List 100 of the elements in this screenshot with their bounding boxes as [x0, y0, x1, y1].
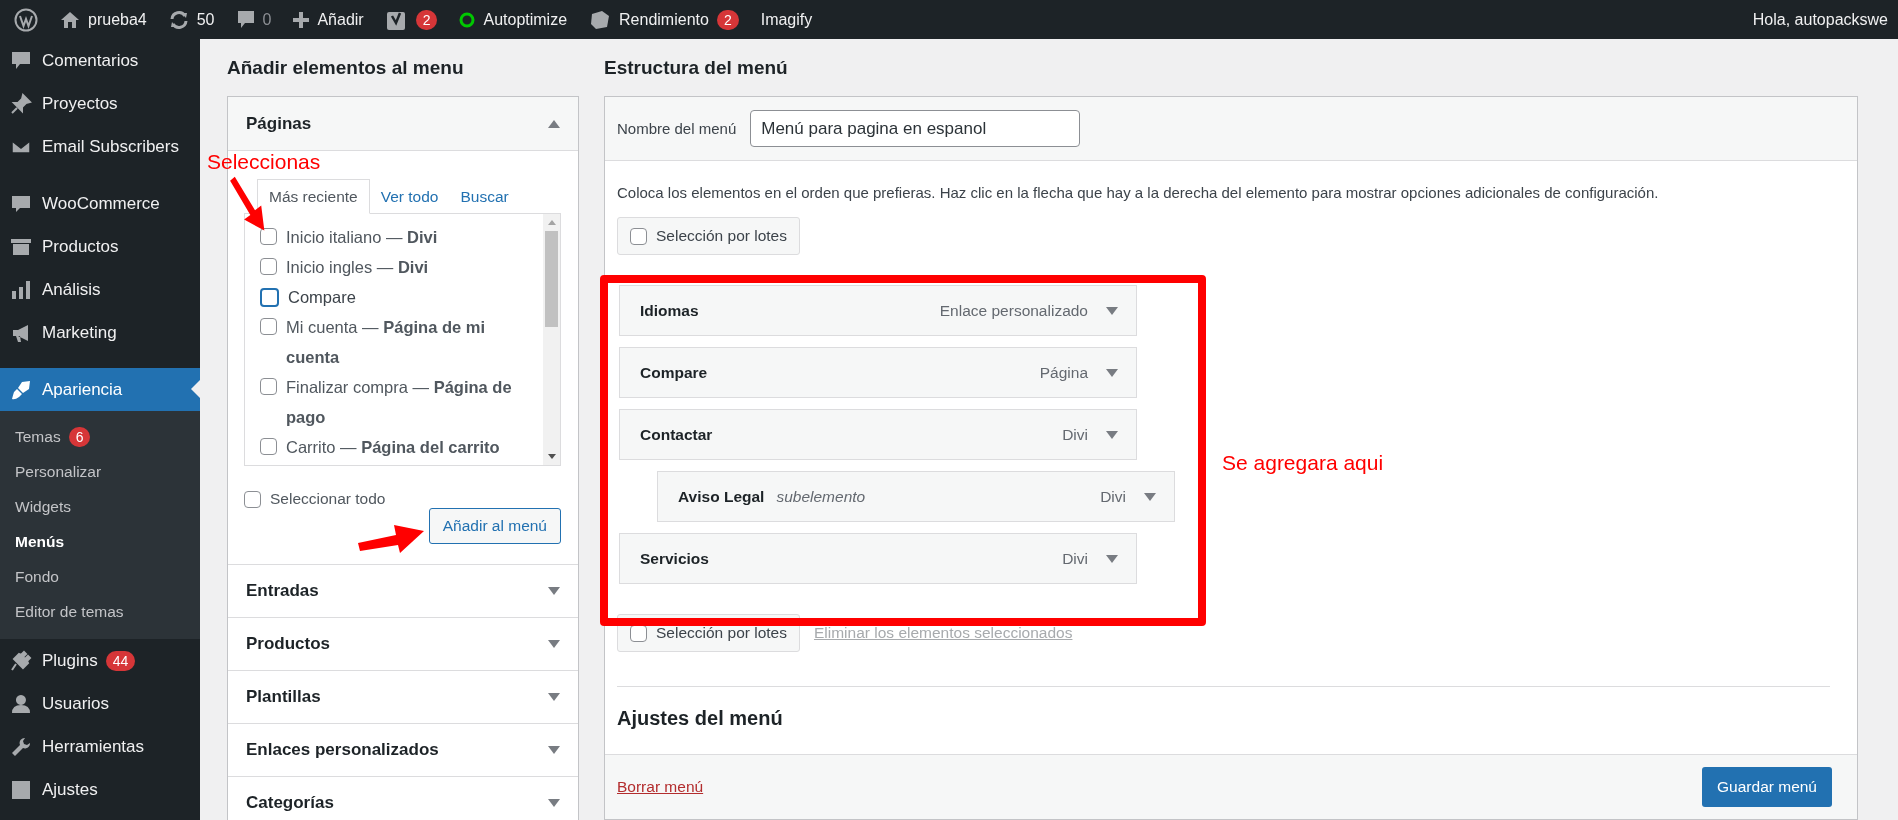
updates-link[interactable]: 50 — [168, 9, 215, 30]
caret-icon — [548, 746, 560, 754]
count-badge: 6 — [68, 426, 91, 447]
updates-count: 50 — [196, 10, 215, 29]
caret-icon[interactable] — [1106, 306, 1118, 315]
tab[interactable]: Buscar — [449, 180, 520, 213]
accordion-header[interactable]: Categorías — [228, 777, 578, 820]
sidebar-item[interactable]: Plugins 44 — [0, 639, 200, 682]
sidebar-item[interactable]: Apariencia — [0, 368, 200, 411]
comments-count: 0 — [262, 10, 272, 29]
menu-item-bar[interactable]: Contactar Divi — [619, 409, 1137, 460]
autoptimize-link[interactable]: Autoptimize — [459, 10, 568, 29]
page-label: Finalizar compra — Página de pago — [286, 377, 513, 428]
page-label: Compare — [288, 287, 356, 308]
submenu-item[interactable]: Menús — [0, 524, 200, 559]
checkbox[interactable] — [260, 438, 277, 455]
menu-item-type: Divi — [1062, 425, 1088, 444]
accordion-header[interactable]: Páginas — [228, 97, 578, 151]
save-menu-button[interactable]: Guardar menú — [1702, 767, 1832, 807]
performance-label: Rendimiento — [619, 10, 709, 29]
instructions-text: Coloca los elementos en el orden que prefieras. Haz clic en la flecha que hay a la derecha del elemento para mostrar opciones adicionales de configuración. — [617, 184, 1660, 201]
plus-icon — [293, 11, 310, 28]
checkbox[interactable] — [260, 228, 277, 245]
checkbox[interactable] — [260, 258, 277, 275]
sidebar-item[interactable]: Productos — [0, 225, 200, 268]
sidebar-item[interactable]: Análisis — [0, 268, 200, 311]
menu-item-bar[interactable]: Idiomas Enlace personalizado — [619, 285, 1137, 336]
checkbox[interactable] — [244, 490, 261, 508]
accordion-header[interactable]: Plantillas — [228, 671, 578, 723]
accordion-header[interactable]: Productos — [228, 618, 578, 670]
pin-icon — [10, 92, 32, 115]
menu-item-type: Enlace personalizado — [939, 301, 1088, 320]
panel-heading: Añadir elementos al menu — [227, 57, 465, 79]
site-link[interactable]: prueba4 — [60, 10, 147, 29]
imagify-link[interactable]: Imagify — [760, 10, 813, 29]
sidebar-item[interactable]: Comentarios — [0, 39, 200, 82]
menu-item-type: Divi — [1062, 549, 1088, 568]
caret-icon[interactable] — [1106, 368, 1118, 377]
brush-icon — [10, 378, 32, 401]
bulk-select-button[interactable]: Selección por lotes — [617, 217, 800, 255]
sidebar-item[interactable]: Ajustes — [0, 768, 200, 811]
caret-icon[interactable] — [1144, 492, 1156, 501]
sidebar-item[interactable]: Email Subscribers — [0, 125, 200, 168]
bars-icon — [10, 278, 32, 301]
checkbox[interactable] — [260, 318, 277, 335]
notification-badge: 2 — [716, 9, 739, 30]
pointer-icon — [191, 380, 200, 398]
caret-icon[interactable] — [1106, 554, 1118, 563]
menu-item-bar[interactable]: Compare Página — [619, 347, 1137, 398]
comment-icon — [236, 9, 255, 30]
seo-link[interactable]: 2 — [385, 8, 438, 31]
submenu-item[interactable]: Temas 6 — [0, 419, 200, 454]
tab[interactable]: Ver todo — [369, 180, 450, 213]
new-link[interactable]: Añadir — [293, 10, 364, 29]
comments-link[interactable]: 0 — [236, 9, 272, 30]
page-label: Inicio italiano — Divi — [286, 227, 438, 248]
sidebar-item[interactable]: Herramientas — [0, 725, 200, 768]
submenu-item[interactable]: Widgets — [0, 489, 200, 524]
menu-item-title: Aviso Legal — [678, 487, 765, 506]
add-to-menu-button[interactable]: Añadir al menú — [428, 508, 561, 544]
submenu-item[interactable]: Personalizar — [0, 454, 200, 489]
annotation-text: Se agregara aqui — [1222, 451, 1384, 475]
caret-icon — [548, 799, 560, 807]
menu-item-title: Compare — [640, 363, 708, 382]
menu-item-type: Divi — [1100, 487, 1126, 506]
tab[interactable]: Más reciente — [257, 179, 370, 214]
page-label: Inicio ingles — Divi — [286, 257, 429, 278]
submenu-item[interactable]: Fondo — [0, 559, 200, 594]
performance-link[interactable]: Rendimiento 2 — [589, 9, 739, 30]
sidebar-item[interactable]: WooCommerce — [0, 182, 200, 225]
wrench-icon — [10, 735, 32, 758]
sidebar-item[interactable]: Marketing — [0, 311, 200, 354]
refresh-icon — [168, 9, 189, 30]
menu-name-field[interactable]: Menú para pagina en espanol — [750, 110, 1081, 147]
checkbox[interactable] — [630, 227, 647, 245]
submenu-item[interactable]: Editor de temas — [0, 594, 200, 629]
caret-icon — [548, 640, 560, 648]
page-label: Carrito — Página del carrito — [286, 437, 500, 458]
wordpress-logo-icon[interactable] — [14, 7, 38, 32]
caret-icon — [548, 587, 560, 595]
checkbox[interactable] — [260, 378, 277, 395]
menu-item-title: Contactar — [640, 425, 713, 444]
section-heading: Ajustes del menú — [617, 707, 784, 730]
caret-icon[interactable] — [1106, 430, 1118, 439]
accordion-header[interactable]: Enlaces personalizados — [228, 724, 578, 776]
scrollbar[interactable] — [543, 214, 560, 465]
delete-menu-link[interactable]: Borrar menú — [617, 778, 704, 796]
site-name: prueba4 — [88, 10, 147, 29]
menu-item-title: Servicios — [640, 549, 709, 568]
sidebar-item[interactable]: Proyectos — [0, 82, 200, 125]
select-all-label: Seleccionar todo — [270, 490, 386, 508]
field-label: Nombre del menú — [617, 120, 737, 137]
menu-item-bar[interactable]: Servicios Divi — [619, 533, 1137, 584]
menu-item-bar[interactable]: Aviso Legal subelemento Divi — [657, 471, 1175, 522]
account-greeting[interactable]: Hola, autopackswe — [1752, 10, 1888, 29]
new-label: Añadir — [317, 10, 364, 29]
accordion-header[interactable]: Entradas — [228, 565, 578, 617]
checkbox[interactable] — [260, 288, 279, 307]
sidebar-item[interactable]: Usuarios — [0, 682, 200, 725]
page-label: Mi cuenta — Página de mi cuenta — [286, 317, 486, 368]
